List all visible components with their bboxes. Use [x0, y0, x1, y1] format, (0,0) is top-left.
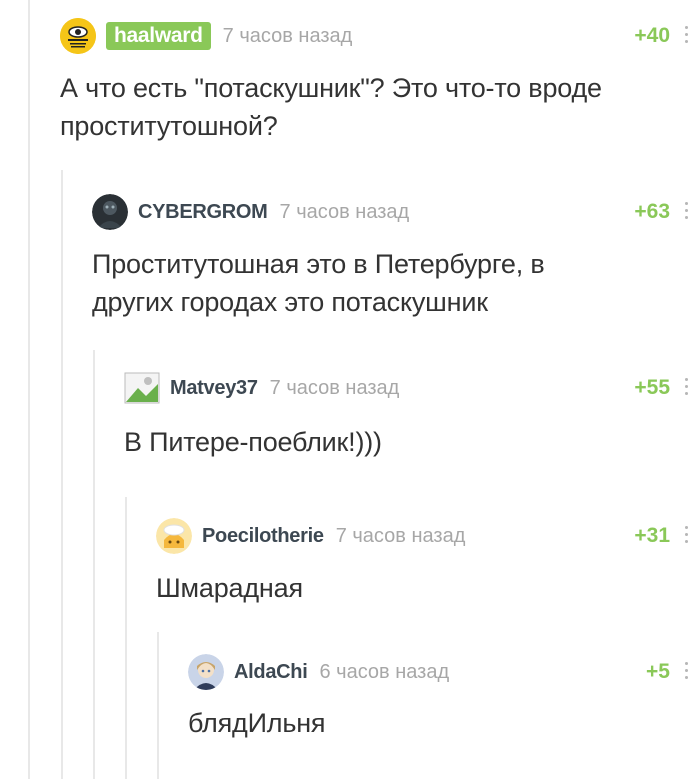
username[interactable]: CYBERGROM	[138, 201, 268, 224]
comment-text: блядИльня	[188, 704, 326, 742]
timestamp[interactable]: 7 часов назад	[336, 525, 466, 548]
username[interactable]: Matvey37	[170, 377, 258, 400]
avatar[interactable]	[188, 654, 224, 690]
comment-text: В Питере-поеблик!)))	[124, 423, 382, 461]
comment-text: Проститутошная это в Петербурге, в други…	[92, 245, 545, 321]
timestamp[interactable]: 7 часов назад	[270, 377, 400, 400]
comment-text-line: проститутошной?	[60, 111, 278, 141]
menu-dot	[684, 378, 688, 381]
kebab-menu-icon[interactable]	[680, 662, 692, 679]
menu-dot	[684, 209, 688, 212]
menu-dot	[684, 669, 688, 672]
menu-dot	[684, 676, 688, 679]
username[interactable]: Poecilotherie	[202, 525, 324, 548]
menu-dot	[684, 662, 688, 665]
comment-text-line: блядИльня	[188, 708, 326, 738]
menu-dot	[684, 385, 688, 388]
thread-line-2[interactable]	[61, 170, 63, 779]
comment-text-line: А что есть "потаскушник"? Это что-то вро…	[60, 73, 602, 103]
avatar[interactable]	[92, 194, 128, 230]
menu-dot	[684, 540, 688, 543]
menu-dot	[684, 202, 688, 205]
kebab-menu-icon[interactable]	[680, 26, 692, 43]
avatar[interactable]	[124, 370, 160, 406]
timestamp[interactable]: 7 часов назад	[223, 25, 353, 48]
menu-dot	[684, 392, 688, 395]
kebab-menu-icon[interactable]	[680, 202, 692, 219]
avatar[interactable]	[60, 18, 96, 54]
kebab-menu-icon[interactable]	[680, 526, 692, 543]
menu-dot	[684, 533, 688, 536]
menu-dot	[684, 26, 688, 29]
thread-line-5[interactable]	[157, 632, 159, 779]
comment-text-line: других городах это потаскушник	[92, 287, 488, 317]
comment-text: А что есть "потаскушник"? Это что-то вро…	[60, 69, 602, 145]
avatar[interactable]	[156, 518, 192, 554]
menu-dot	[684, 40, 688, 43]
username[interactable]: AldaChi	[234, 661, 308, 684]
rating: +5	[646, 660, 670, 683]
comment-text-line: В Питере-поеблик!)))	[124, 427, 382, 457]
username[interactable]: haalward	[106, 22, 211, 50]
thread-line-4[interactable]	[125, 497, 127, 779]
menu-dot	[684, 526, 688, 529]
timestamp[interactable]: 7 часов назад	[280, 201, 410, 224]
rating: +55	[634, 376, 670, 399]
rating: +31	[634, 524, 670, 547]
rating: +63	[634, 200, 670, 223]
menu-dot	[684, 216, 688, 219]
menu-dot	[684, 33, 688, 36]
comment-text: Шмарадная	[156, 569, 303, 607]
comment-text-line: Проститутошная это в Петербурге, в	[92, 249, 545, 279]
rating: +40	[634, 24, 670, 47]
thread-line-1[interactable]	[28, 0, 30, 779]
kebab-menu-icon[interactable]	[680, 378, 692, 395]
timestamp[interactable]: 6 часов назад	[319, 661, 449, 684]
comment-text-line: Шмарадная	[156, 573, 303, 603]
thread-line-3[interactable]	[93, 350, 95, 779]
